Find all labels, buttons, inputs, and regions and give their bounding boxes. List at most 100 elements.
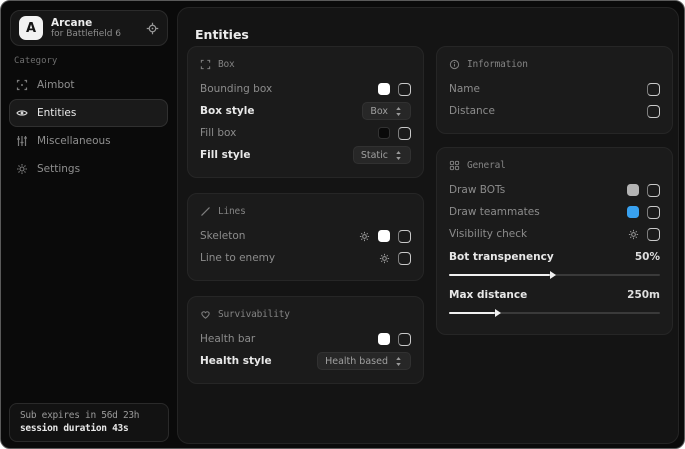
setting-row-health-bar: Health bar [200,328,411,350]
eye-icon [16,107,28,119]
setting-row-box-style: Box style Box [200,100,411,122]
session-duration-text: session duration 43s [20,423,158,434]
card-header-label: General [467,160,506,171]
setting-label: Health style [200,355,272,367]
scope-gear-icon[interactable] [146,22,159,35]
setting-label: Bounding box [200,83,272,95]
skeleton-color-swatch[interactable] [378,230,390,242]
setting-row-draw-teammates: Draw teammates [449,201,660,223]
max-distance-value: 250m [627,289,660,301]
app-meta: Arcane for Battlefield 6 [51,17,138,39]
card-header-label: Survivability [218,309,290,320]
visibility-check-settings-icon[interactable] [628,229,639,240]
card-header-label: Lines [218,206,246,217]
setting-row-skeleton: Skeleton [200,225,411,247]
draw-bots-color-swatch[interactable] [627,184,639,196]
draw-teammates-color-swatch[interactable] [627,206,639,218]
sidebar-item-label: Entities [37,107,76,119]
survivability-card-header: Survivability [200,306,411,322]
info-icon [449,59,460,70]
health-style-dropdown[interactable]: Health based [317,352,411,370]
card-header-label: Information [467,59,528,70]
slider-label: Bot transpenency [449,251,554,263]
bounding-box-color-swatch[interactable] [378,83,390,95]
lines-card-header: Lines [200,203,411,219]
bot-transparency-slider[interactable] [449,274,660,276]
grid-icon [449,160,460,171]
health-bar-checkbox[interactable] [398,333,411,346]
category-label: Category [14,56,57,66]
setting-row-distance: Distance [449,100,660,122]
box-card: Box Bounding box Box style Box [187,46,424,178]
setting-row-bounding-box: Bounding box [200,78,411,100]
unfold-arrows-icon [394,150,403,161]
sidebar-item-aimbot[interactable]: Aimbot [9,71,168,99]
sidebar-item-label: Settings [37,163,80,175]
setting-row-health-style: Health style Health based [200,350,411,372]
setting-label: Draw teammates [449,206,540,218]
name-checkbox[interactable] [647,83,660,96]
visibility-check-checkbox[interactable] [647,228,660,241]
slider-fill[interactable] [449,312,495,314]
setting-row-visibility-check: Visibility check [449,223,660,245]
subscription-card: Sub expires in 56d 23h session duration … [9,403,169,442]
setting-label: Health bar [200,333,255,345]
sidebar-item-miscellaneous[interactable]: Miscellaneous [9,127,168,155]
crosshair-icon [16,79,28,91]
sidebar-item-label: Miscellaneous [37,135,111,147]
dropdown-value: Box [370,106,388,117]
sidebar-nav: Aimbot Entities Miscellaneous [1,71,176,183]
unfold-arrows-icon [394,356,403,367]
general-card: General Draw BOTs Draw teammates [436,147,673,335]
skeleton-checkbox[interactable] [398,230,411,243]
max-distance-slider[interactable] [449,312,660,314]
fill-style-dropdown[interactable]: Static [353,146,411,164]
box-card-header: Box [200,56,411,72]
skeleton-settings-icon[interactable] [359,231,370,242]
unfold-arrows-icon [394,106,403,117]
main-panel: Entities Box Bounding box [177,7,679,444]
sliders-icon [16,135,28,147]
setting-row-line-to-enemy: Line to enemy [200,247,411,269]
draw-bots-checkbox[interactable] [647,184,660,197]
draw-teammates-checkbox[interactable] [647,206,660,219]
distance-checkbox[interactable] [647,105,660,118]
diagonal-line-icon [200,206,211,217]
bot-transparency-group: Bot transpenency 50% [449,247,660,276]
setting-label: Fill style [200,149,250,161]
sidebar-item-entities[interactable]: Entities [9,99,168,127]
information-card: Information Name Distance [436,46,673,134]
setting-label: Name [449,83,480,95]
line-to-enemy-checkbox[interactable] [398,252,411,265]
setting-label: Fill box [200,127,236,139]
box-style-dropdown[interactable]: Box [362,102,411,120]
fill-box-checkbox[interactable] [398,127,411,140]
sidebar-item-settings[interactable]: Settings [9,155,168,183]
card-header-label: Box [218,59,235,70]
fill-box-color-swatch[interactable] [378,127,390,139]
line-to-enemy-settings-icon[interactable] [379,253,390,264]
slider-label: Max distance [449,289,527,301]
left-column: Box Bounding box Box style Box [187,46,424,399]
sidebar: A Arcane for Battlefield 6 Category [1,1,176,448]
setting-label: Visibility check [449,228,527,240]
sub-expiry-text: Sub expires in 56d 23h [20,410,158,421]
slider-fill[interactable] [449,274,550,276]
setting-row-name: Name [449,78,660,100]
setting-label: Box style [200,105,254,117]
page-title: Entities [195,27,249,42]
setting-label: Line to enemy [200,252,275,264]
setting-row-draw-bots: Draw BOTs [449,179,660,201]
bounding-box-checkbox[interactable] [398,83,411,96]
information-card-header: Information [449,56,660,72]
lines-card: Lines Skeleton Line to [187,193,424,281]
general-card-header: General [449,157,660,173]
setting-row-fill-box: Fill box [200,122,411,144]
survivability-card: Survivability Health bar Health style He… [187,296,424,384]
health-bar-color-swatch[interactable] [378,333,390,345]
app-logo-letter: A [26,21,36,36]
app-name: Arcane [51,17,138,29]
bot-transparency-value: 50% [635,251,660,263]
setting-row-fill-style: Fill style Static [200,144,411,166]
app-header-card: A Arcane for Battlefield 6 [10,10,168,46]
